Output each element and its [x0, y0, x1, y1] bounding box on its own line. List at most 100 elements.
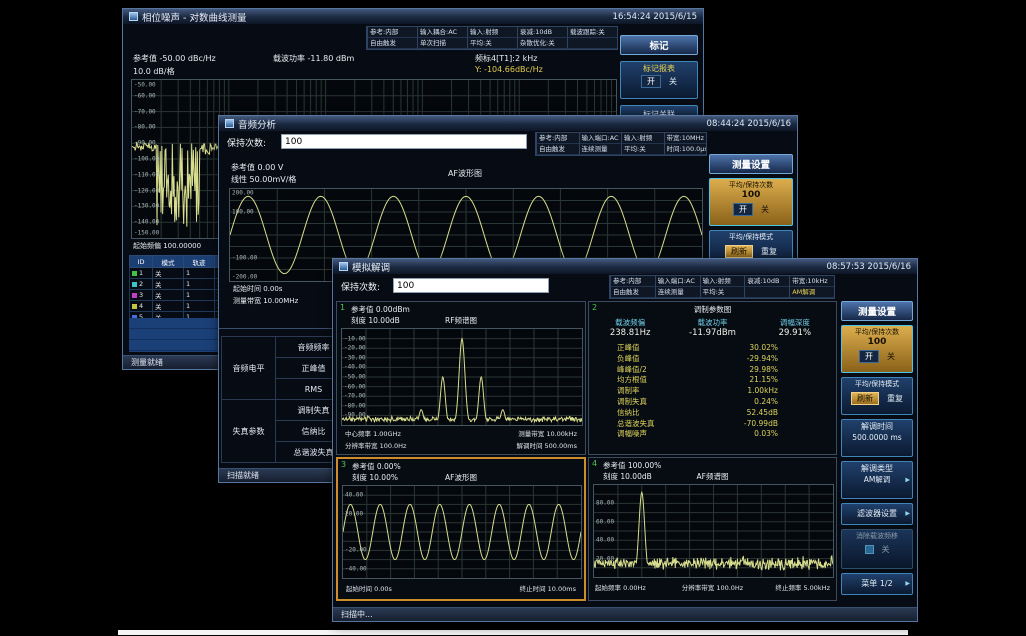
window3-titlebar[interactable]: 模拟解调 08:57:53 2015/6/16 [333, 259, 917, 274]
measure-bandwidth: 测量带宽 10.00kHz [518, 428, 577, 438]
param-headers: 载波频偏 载波功率 调幅深度 [589, 317, 836, 328]
reference-value: 参考值 100.00% [603, 460, 661, 471]
y-axis-label: -60.00 [344, 383, 366, 390]
off-toggle[interactable]: 关 [887, 351, 895, 362]
carrier-power: 载波功率 -11.80 dBm [273, 53, 354, 64]
panel-number: 4 [592, 459, 597, 468]
hold-count-input[interactable] [281, 134, 527, 149]
y-axis-label: -120.00 [134, 187, 159, 194]
hold-count-label: 保持次数: [341, 280, 380, 293]
on-toggle[interactable]: 开 [641, 75, 661, 88]
off-toggle[interactable]: 关 [761, 204, 769, 215]
window2-titlebar[interactable]: 音频分析 08:44:24 2015/6/16 [219, 116, 797, 131]
carrier-shift-label: 消除载波频移 [842, 530, 912, 541]
measure-bandwidth: 测量带宽 10.00MHz [233, 296, 298, 306]
marker-menu-button[interactable]: 标记 [620, 35, 698, 55]
chart-title: RF频谱图 [337, 315, 585, 326]
param-row: 负峰值-29.94% [589, 354, 836, 365]
avg-hold-mode-label: 平均/保持模式 [842, 378, 912, 389]
hold-count-input[interactable] [393, 278, 549, 293]
acquisition-settings-strip: 参考:内部 输入耦合:AC 输入:射频 衰减:10dB 载波跟踪:关 自由触发 … [366, 26, 618, 50]
col-mode: 模式 [153, 256, 184, 268]
y-axis-label: 80.00 [596, 500, 614, 507]
y-axis-label: -90.00 [344, 412, 366, 419]
refresh-toggle[interactable]: 刷新 [851, 392, 879, 405]
param-row: 均方根值21.15% [589, 375, 836, 386]
marker-report-button[interactable]: 标记报表 开 关 [620, 61, 698, 99]
bottom-strip [118, 630, 908, 635]
chart-title: AF波形图 [338, 472, 584, 483]
chevron-right-icon: ▶ [905, 574, 910, 594]
avg-hold-count-button[interactable]: 平均/保持次数 100 开 关 [709, 178, 793, 226]
repeat-toggle[interactable]: 重复 [887, 393, 903, 404]
setting-cell: 自由触发 [367, 38, 417, 49]
refresh-toggle[interactable]: 刷新 [725, 245, 753, 258]
demod-time-button[interactable]: 解调时间 500.0000 ms [841, 419, 913, 457]
col-trace: 轨迹 [184, 256, 215, 268]
setting-cell: 衰减:10dB [517, 27, 567, 38]
group-distortion: 失真参数 [222, 400, 276, 463]
panel-mod-params[interactable]: 2 调制参数图 载波频偏 载波功率 调幅深度 238.81Hz -11.97dB… [588, 301, 837, 455]
y-axis-label: -90.00 [134, 140, 156, 147]
reference-value: 参考值 0.00% [352, 461, 401, 472]
af-spectrum-plot: 80.0060.0040.0020.00 [593, 484, 834, 578]
status-text: 扫描就绪 [227, 471, 259, 480]
scale-per-div: 10.0 dB/格 [133, 66, 175, 77]
param-values: 238.81Hz -11.97dBm 29.91% [589, 328, 836, 338]
avg-hold-count-button[interactable]: 平均/保持次数 100 开 关 [841, 325, 913, 373]
setting-cell: 单次扫描 [417, 38, 467, 49]
window-icon [225, 119, 234, 128]
chart-title: AF波形图 [229, 168, 701, 179]
window1-title: 相位噪声 - 对数曲线测量 [142, 10, 246, 24]
on-toggle[interactable]: 开 [733, 203, 753, 216]
clock: 16:54:24 2015/6/15 [613, 12, 697, 22]
param-row: 调制失真0.24% [589, 397, 836, 408]
desktop: { "icons": { "arrow_right": "▶" }, "win1… [0, 0, 1026, 636]
panel-af-waveform[interactable]: 3 参考值 0.00% 刻度 10.00% AF波形图 40.0020.00-2… [336, 457, 586, 601]
chart-title: 调制参数图 [589, 304, 836, 315]
avg-hold-count-label: 平均/保持次数 [710, 179, 792, 190]
carrier-power-header: 载波功率 [671, 317, 753, 328]
marker-report-label: 标记报表 [621, 62, 697, 73]
setting-cell: 输入端口:AC [655, 276, 700, 287]
param-row: 总谐波失真-70.99dB [589, 419, 836, 430]
y-axis-label: -40.00 [345, 565, 367, 572]
measure-settings-button[interactable]: 测量设置 [841, 301, 913, 321]
setting-cell: 平均:关 [467, 38, 517, 49]
group-audio-level: 音频电平 [222, 337, 276, 400]
repeat-toggle[interactable]: 重复 [761, 246, 777, 257]
param-row: 调幅噪声0.03% [589, 429, 836, 440]
measure-settings-button[interactable]: 测量设置 [709, 154, 793, 174]
menu-page-button[interactable]: 菜单 1/2 ▶ [841, 573, 913, 595]
setting-cell: 参考:内部 [367, 27, 417, 38]
panel-rf-spectrum[interactable]: 1 参考值 0.00dBm 刻度 10.00dB RF频谱图 -10.00-20… [336, 301, 586, 455]
chart-title: AF频谱图 [589, 471, 836, 482]
acquisition-settings-strip: 参考:内部 输入端口:AC 输入:射频 带宽:10MHz 自由触发 连续测量 平… [535, 132, 707, 156]
on-toggle[interactable]: 开 [859, 350, 879, 363]
carrier-shift-off-toggle[interactable]: 关 [882, 544, 890, 555]
setting-cell: 输入:射频 [621, 133, 664, 144]
y-axis-label: -50.00 [344, 374, 366, 381]
carrier-shift-button[interactable]: 消除载波频移 关 [841, 529, 913, 569]
stop-frequency: 终止频率 5.00kHz [775, 582, 830, 592]
off-toggle[interactable]: 关 [669, 76, 677, 87]
reference-value: 参考值 0.00dBm [351, 304, 410, 315]
carrier-offset-value: 238.81Hz [589, 328, 671, 338]
avg-hold-mode-button[interactable]: 平均/保持模式 刷新 重复 [841, 377, 913, 415]
analog-demod-window: 模拟解调 08:57:53 2015/6/16 保持次数: 参考:内部 输入端口… [332, 258, 918, 622]
demod-type-button[interactable]: 解调类型 AM解调 ▶ [841, 461, 913, 499]
param-row: 调制率1.00kHz [589, 386, 836, 397]
setting-cell: 自由触发 [610, 287, 655, 298]
demod-time-label: 解调时间 [842, 420, 912, 431]
setting-cell: 带宽:10MHz [664, 133, 707, 144]
avg-hold-count-label: 平均/保持次数 [842, 326, 912, 337]
panel-af-spectrum[interactable]: 4 参考值 100.00% 刻度 10.00dB AF频谱图 80.0060.0… [588, 457, 837, 601]
y-axis-label: 100.00 [232, 209, 254, 216]
window1-titlebar[interactable]: 相位噪声 - 对数曲线测量 16:54:24 2015/6/15 [123, 9, 703, 24]
panel-number: 3 [341, 460, 346, 469]
y-axis-label: 60.00 [596, 518, 614, 525]
setting-cell: 参考:内部 [610, 276, 655, 287]
filter-settings-button[interactable]: 滤波器设置 ▶ [841, 503, 913, 525]
carrier-shift-on-box[interactable] [865, 545, 874, 554]
setting-cell [567, 38, 617, 49]
